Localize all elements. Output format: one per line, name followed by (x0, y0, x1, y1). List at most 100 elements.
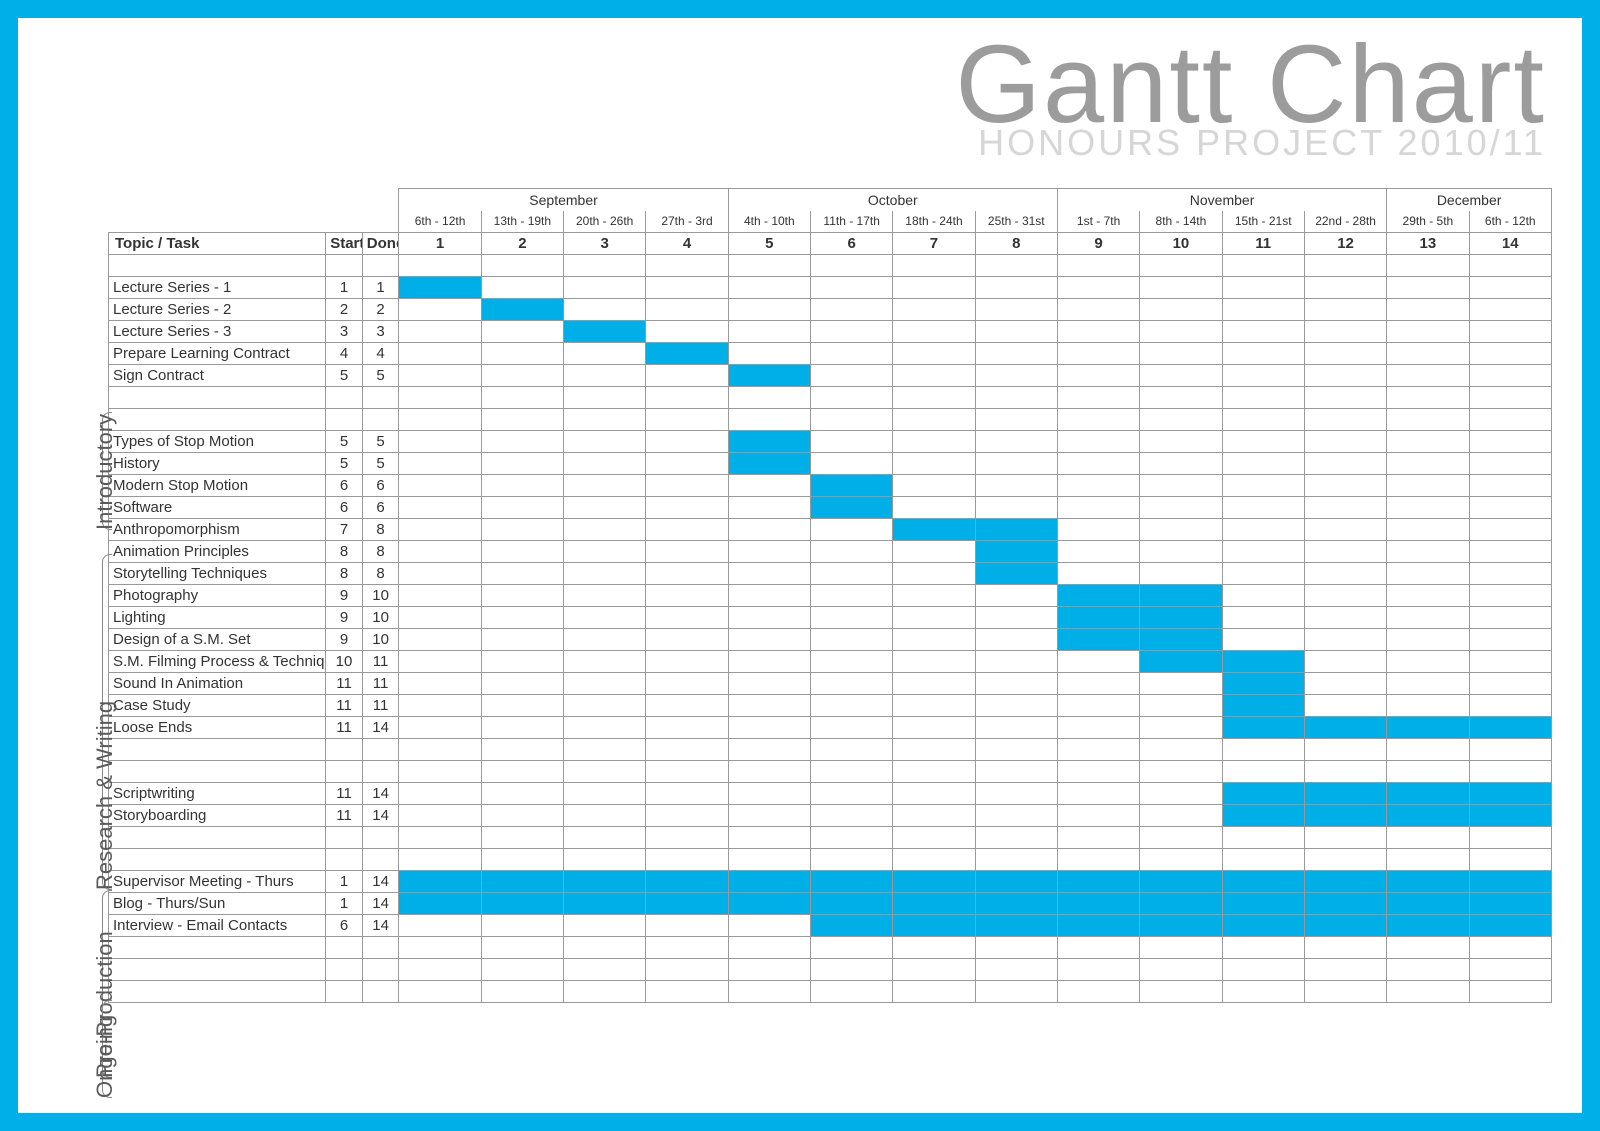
gantt-cell (811, 717, 893, 739)
task-name: Storytelling Techniques (109, 563, 326, 585)
gantt-cell (399, 497, 481, 519)
gantt-cell (1304, 431, 1386, 453)
week-num-cell: 10 (1140, 233, 1222, 255)
gantt-cell (1057, 563, 1139, 585)
task-name: Types of Stop Motion (109, 431, 326, 453)
gantt-cell (1057, 541, 1139, 563)
gantt-cell (399, 893, 481, 915)
gantt-cell (1222, 277, 1304, 299)
gantt-cell (811, 299, 893, 321)
gantt-cell (1140, 497, 1222, 519)
task-name: Lecture Series - 1 (109, 277, 326, 299)
gantt-cell (1387, 519, 1469, 541)
gantt-cell (811, 497, 893, 519)
gantt-cell (399, 673, 481, 695)
gantt-cell (399, 321, 481, 343)
gantt-cell (564, 651, 646, 673)
task-start: 11 (326, 717, 363, 739)
gantt-cell (399, 629, 481, 651)
spacer-row (109, 827, 1552, 849)
gantt-cell (1469, 893, 1551, 915)
gantt-cell (646, 563, 728, 585)
task-start: 9 (326, 607, 363, 629)
gantt-cell (1387, 431, 1469, 453)
week-range-cell: 4th - 10th (728, 211, 810, 233)
week-range-cell: 8th - 14th (1140, 211, 1222, 233)
gantt-cell (811, 563, 893, 585)
gantt-cell (811, 915, 893, 937)
gantt-cell (1140, 629, 1222, 651)
gantt-cell (975, 695, 1057, 717)
task-start: 10 (326, 651, 363, 673)
gantt-cell (646, 651, 728, 673)
gantt-cell (893, 453, 975, 475)
gantt-cell (975, 541, 1057, 563)
gantt-cell (1057, 893, 1139, 915)
task-row: Photography 9 10 (109, 585, 1552, 607)
task-done: 8 (362, 541, 399, 563)
gantt-cell (564, 563, 646, 585)
task-done: 14 (362, 717, 399, 739)
gantt-cell (1387, 805, 1469, 827)
gantt-cell (564, 695, 646, 717)
gantt-cell (1304, 717, 1386, 739)
gantt-cell (1222, 365, 1304, 387)
gantt-cell (564, 585, 646, 607)
gantt-cell (811, 541, 893, 563)
gantt-cell (728, 629, 810, 651)
gantt-cell (646, 783, 728, 805)
gantt-cell (481, 871, 563, 893)
gantt-cell (1304, 541, 1386, 563)
week-range-cell: 22nd - 28th (1304, 211, 1386, 233)
gantt-cell (1057, 651, 1139, 673)
gantt-cell (1469, 497, 1551, 519)
gantt-cell (399, 717, 481, 739)
gantt-cell (1387, 475, 1469, 497)
gantt-cell (1387, 629, 1469, 651)
task-row: Sound In Animation 11 11 (109, 673, 1552, 695)
task-done: 4 (362, 343, 399, 365)
week-num-cell: 14 (1469, 233, 1551, 255)
gantt-cell (975, 343, 1057, 365)
gantt-cell (1387, 585, 1469, 607)
gantt-cell (564, 475, 646, 497)
chart-title: Gantt Chart (955, 38, 1546, 132)
task-row: Lecture Series - 3 3 3 (109, 321, 1552, 343)
week-num-cell: 2 (481, 233, 563, 255)
gantt-cell (728, 871, 810, 893)
week-range-cell: 25th - 31st (975, 211, 1057, 233)
task-name: Lecture Series - 3 (109, 321, 326, 343)
gantt-cell (893, 431, 975, 453)
gantt-cell (1222, 893, 1304, 915)
gantt-cell (1304, 783, 1386, 805)
gantt-cell (1387, 563, 1469, 585)
gantt-cell (1304, 651, 1386, 673)
spacer-row (109, 761, 1552, 783)
gantt-cell (1469, 453, 1551, 475)
gantt-cell (1057, 299, 1139, 321)
gantt-cell (728, 695, 810, 717)
task-row: Interview - Email Contacts 6 14 (109, 915, 1552, 937)
gantt-cell (1304, 893, 1386, 915)
gantt-cell (975, 497, 1057, 519)
month-row: SeptemberOctoberNovemberDecember (109, 189, 1552, 211)
gantt-cell (646, 321, 728, 343)
gantt-cell (893, 365, 975, 387)
gantt-cell (564, 365, 646, 387)
task-start: 1 (326, 893, 363, 915)
gantt-cell (646, 299, 728, 321)
gantt-cell (646, 893, 728, 915)
task-row: Supervisor Meeting - Thurs 1 14 (109, 871, 1552, 893)
gantt-cell (481, 893, 563, 915)
gantt-cell (399, 915, 481, 937)
gantt-cell (1469, 365, 1551, 387)
task-start: 1 (326, 277, 363, 299)
gantt-cell (399, 805, 481, 827)
gantt-cell (564, 453, 646, 475)
gantt-cell (1222, 497, 1304, 519)
gantt-cell (893, 893, 975, 915)
gantt-cell (1057, 717, 1139, 739)
gantt-cell (975, 277, 1057, 299)
task-start: 9 (326, 585, 363, 607)
task-row: Design of a S.M. Set 9 10 (109, 629, 1552, 651)
